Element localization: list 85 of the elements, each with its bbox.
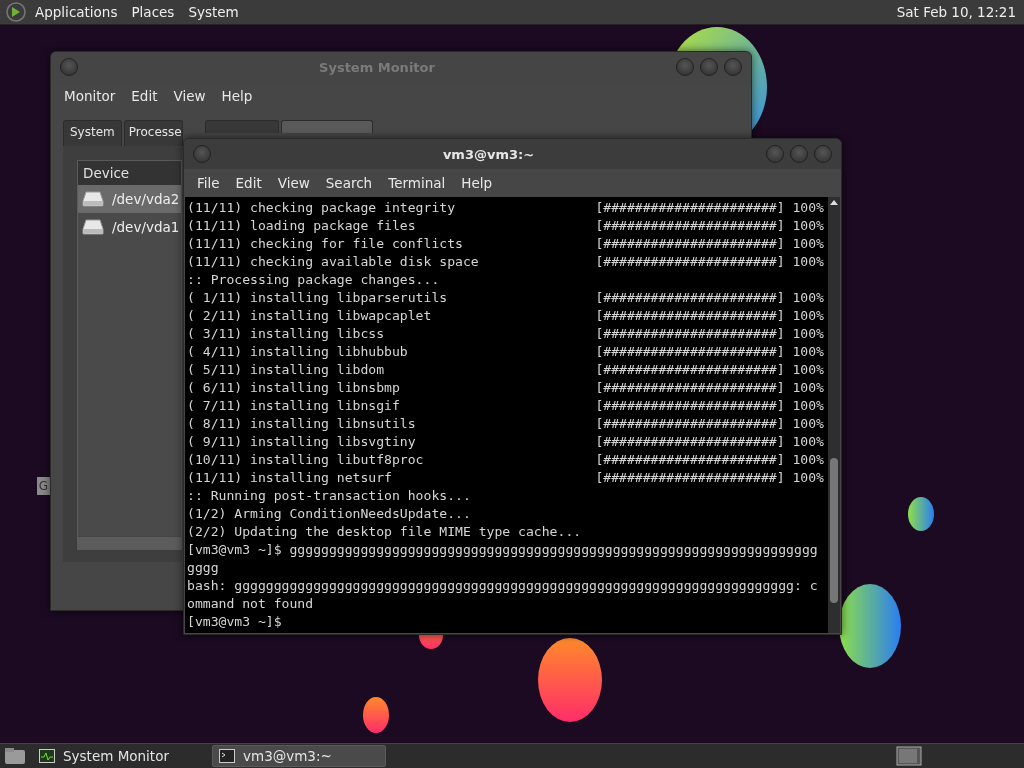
maximize-button[interactable] (790, 145, 808, 163)
drive-icon (82, 219, 104, 235)
panel-menu[interactable]: Places (126, 2, 180, 22)
column-header[interactable]: Device (78, 161, 181, 185)
terminal-line: (11/11) checking for file conflicts (187, 235, 463, 253)
clock[interactable]: Sat Feb 10, 12:21 (896, 4, 1018, 20)
show-desktop-icon[interactable] (4, 747, 26, 765)
desktop-label: G (37, 477, 50, 495)
close-button[interactable] (724, 58, 742, 76)
progress-text: [######################] 100% (595, 433, 824, 451)
progress-text: [######################] 100% (595, 343, 824, 361)
terminal-line: ( 6/11) installing libnsbmp (187, 379, 400, 397)
terminal-line: [vm3@vm3 ~]$ (187, 613, 282, 631)
progress-text: [######################] 100% (595, 199, 824, 217)
progress-text: [######################] 100% (595, 415, 824, 433)
vertical-scrollbar[interactable] (828, 197, 840, 633)
terminal-line: :: Processing package changes... (187, 271, 440, 289)
terminal-line: (11/11) checking package integrity (187, 199, 456, 217)
tab[interactable] (281, 120, 373, 133)
window-menu-button[interactable] (193, 145, 211, 163)
terminal-line: ( 2/11) installing libwapcaplet (187, 307, 432, 325)
panel-menu[interactable]: Applications (30, 2, 123, 22)
window-menu-button[interactable] (60, 58, 78, 76)
logo-icon[interactable] (6, 2, 26, 22)
tab[interactable]: Processe (123, 120, 183, 146)
terminal-line: [vm3@vm3 ~]$ ggggggggggggggggggggggggggggggggggggggggggggggggggggggggggggggggggg (187, 541, 818, 559)
progress-text: [######################] 100% (595, 379, 824, 397)
progress-text: [######################] 100% (595, 289, 824, 307)
terminal-line: :: Running post-transaction hooks... (187, 487, 471, 505)
menu-item[interactable]: Edit (124, 85, 165, 107)
progress-text: [######################] 100% (595, 217, 824, 235)
terminal-line: gggg (187, 559, 219, 577)
menu-item[interactable]: Monitor (57, 85, 123, 107)
menu-item[interactable]: View (270, 172, 317, 194)
terminal-line: (10/11) installing libutf8proc (187, 451, 424, 469)
terminal-line: (11/11) checking available disk space (187, 253, 479, 271)
tab[interactable]: System (63, 120, 122, 146)
taskbar-item[interactable]: System Monitor (32, 745, 206, 767)
menu-item[interactable]: Terminal (381, 172, 453, 194)
close-button[interactable] (814, 145, 832, 163)
up-arrow-icon[interactable] (830, 199, 838, 207)
device-row[interactable]: /dev/vda2 (78, 185, 181, 213)
terminal-line: ( 9/11) installing libsvgtiny (187, 433, 416, 451)
tab[interactable] (205, 120, 279, 133)
terminal-icon (219, 749, 235, 763)
terminal-line: ( 3/11) installing libcss (187, 325, 385, 343)
minimize-button[interactable] (766, 145, 784, 163)
menu-item[interactable]: Help (454, 172, 500, 194)
drive-icon (82, 191, 104, 207)
terminal-line: (11/11) loading package files (187, 217, 416, 235)
menu-item[interactable]: Help (214, 85, 260, 107)
menu-item[interactable]: Search (318, 172, 380, 194)
terminal-line: (11/11) installing netsurf (187, 469, 392, 487)
progress-text: [######################] 100% (595, 235, 824, 253)
terminal-line: ommand not found (187, 595, 314, 613)
horizontal-scrollbar[interactable] (78, 536, 181, 549)
workspace-switcher-icon[interactable] (896, 746, 922, 766)
maximize-button[interactable] (700, 58, 718, 76)
progress-text: [######################] 100% (595, 397, 824, 415)
menu-item[interactable]: Edit (228, 172, 269, 194)
progress-text: [######################] 100% (595, 253, 824, 271)
progress-text: [######################] 100% (595, 361, 824, 379)
progress-text: [######################] 100% (595, 451, 824, 469)
terminal-line: (1/2) Arming ConditionNeedsUpdate... (187, 505, 471, 523)
window-title: vm3@vm3:~ (441, 146, 536, 162)
device-row[interactable]: /dev/vda1 (78, 213, 181, 241)
panel-menu[interactable]: System (183, 2, 244, 22)
device-name: /dev/vda1 (112, 219, 180, 235)
menu-item[interactable]: View (166, 85, 213, 107)
terminal-line: ( 7/11) installing libnsgif (187, 397, 400, 415)
progress-text: [######################] 100% (595, 307, 824, 325)
scroll-thumb[interactable] (830, 458, 838, 603)
terminal-line: ( 1/11) installing libparserutils (187, 289, 448, 307)
progress-text: [######################] 100% (595, 469, 824, 487)
device-name: /dev/vda2 (112, 191, 180, 207)
terminal-line: (2/2) Updating the desktop file MIME type cache... (187, 523, 582, 541)
taskbar-item[interactable]: vm3@vm3:~ (212, 745, 386, 767)
monitor-icon (39, 749, 55, 763)
menu-item[interactable]: File (190, 172, 227, 194)
terminal-line: ( 8/11) installing libnsutils (187, 415, 416, 433)
terminal-line: bash: ggggggggggggggggggggggggggggggggggggggggggggggggggggggggggggggggggggggg: c (187, 577, 818, 595)
terminal-line: ( 5/11) installing libdom (187, 361, 385, 379)
terminal-line: ( 4/11) installing libhubbub (187, 343, 408, 361)
minimize-button[interactable] (676, 58, 694, 76)
progress-text: [######################] 100% (595, 325, 824, 343)
